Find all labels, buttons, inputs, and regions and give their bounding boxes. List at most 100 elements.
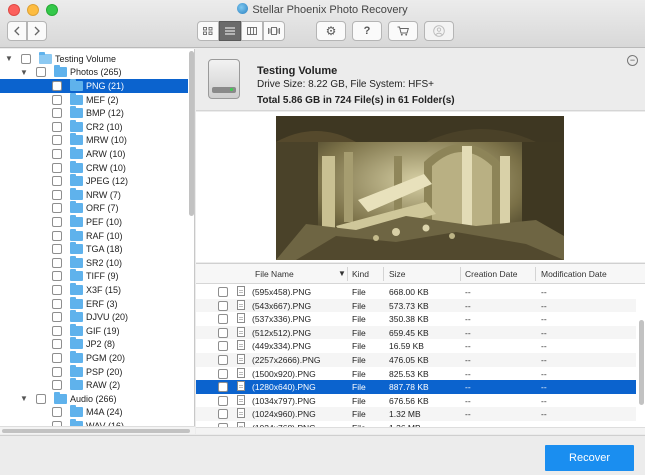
tree-item-checkbox[interactable] xyxy=(52,148,62,159)
tree-item-checkbox[interactable] xyxy=(52,380,62,391)
tree-item-checkbox[interactable] xyxy=(36,393,46,404)
disclosure-triangle-icon[interactable]: ▼ xyxy=(5,54,13,63)
column-header-size[interactable]: Size xyxy=(389,269,406,279)
tree-item[interactable]: MEF (2) xyxy=(0,92,188,107)
tree-item[interactable]: RAW (2) xyxy=(0,378,188,392)
row-checkbox[interactable] xyxy=(218,314,228,325)
back-button[interactable] xyxy=(7,21,27,41)
tree-item[interactable]: DJVU (20) xyxy=(0,310,188,324)
tree-item[interactable]: GIF (19) xyxy=(0,323,188,338)
tree-item[interactable]: JP2 (8) xyxy=(0,337,188,352)
view-columns-button[interactable] xyxy=(241,21,263,41)
tree-item-checkbox[interactable] xyxy=(52,407,62,418)
tree-item[interactable]: ARW (10) xyxy=(0,146,188,161)
tree-item-checkbox[interactable] xyxy=(52,135,62,146)
row-checkbox[interactable] xyxy=(218,355,228,365)
help-button[interactable]: ? xyxy=(352,21,382,41)
tree-item-checkbox[interactable] xyxy=(52,352,62,363)
table-horizontal-scrollbar[interactable] xyxy=(196,427,645,434)
tree-item[interactable]: PSP (20) xyxy=(0,364,188,379)
tree-item[interactable]: ERF (3) xyxy=(0,296,188,311)
tree-item[interactable]: PGM (20) xyxy=(0,350,188,365)
column-header-creation-date[interactable]: Creation Date xyxy=(465,269,517,279)
forward-button[interactable] xyxy=(27,21,47,41)
tree-item[interactable]: MRW (10) xyxy=(0,133,188,148)
tree-horizontal-scrollbar[interactable] xyxy=(0,426,195,434)
table-row[interactable]: (537x336).PNG File 350.38 KB -- -- xyxy=(196,312,636,326)
buy-button[interactable] xyxy=(388,21,418,41)
tree-item-checkbox[interactable] xyxy=(52,312,62,323)
disclosure-triangle-icon[interactable]: ▼ xyxy=(20,68,28,77)
table-row[interactable]: (512x512).PNG File 659.45 KB -- -- xyxy=(196,325,636,340)
tree-item-checkbox[interactable] xyxy=(52,284,62,295)
tree-scrollbar[interactable] xyxy=(189,51,194,216)
tree-item-checkbox[interactable] xyxy=(52,257,62,268)
tree-item[interactable]: CR2 (10) xyxy=(0,119,188,134)
table-row[interactable]: (449x334).PNG File 16.59 KB -- -- xyxy=(196,339,636,353)
view-icons-button[interactable] xyxy=(197,21,219,41)
settings-button[interactable]: ⚙ xyxy=(316,21,346,41)
row-checkbox[interactable] xyxy=(218,341,228,352)
tree-item[interactable]: TIFF (9) xyxy=(0,269,188,284)
tree-item-checkbox[interactable] xyxy=(52,230,62,241)
tree-item-checkbox[interactable] xyxy=(52,176,62,187)
collapse-info-button[interactable]: − xyxy=(627,55,638,66)
tree-item-checkbox[interactable] xyxy=(52,244,62,255)
column-header-modification-date[interactable]: Modification Date xyxy=(541,269,607,279)
tree-item[interactable]: SR2 (10) xyxy=(0,255,188,270)
tree-item[interactable]: ▼ Testing Volume xyxy=(0,51,188,66)
row-checkbox[interactable] xyxy=(218,382,228,393)
tree-item-checkbox[interactable] xyxy=(52,94,62,105)
row-checkbox[interactable] xyxy=(218,300,228,311)
tree-item-checkbox[interactable] xyxy=(52,216,62,227)
tree-item[interactable]: ▼ Audio (266) xyxy=(0,391,188,406)
tree-horizontal-scroll-thumb[interactable] xyxy=(2,429,190,433)
tree-item[interactable]: X3F (15) xyxy=(0,282,188,297)
tree-item[interactable]: NRW (7) xyxy=(0,187,188,202)
tree-item[interactable]: PEF (10) xyxy=(0,214,188,229)
account-button[interactable] xyxy=(424,21,454,41)
tree-item-checkbox[interactable] xyxy=(52,271,62,282)
column-header-kind[interactable]: Kind xyxy=(352,269,369,279)
table-row[interactable]: (595x458).PNG File 668.00 KB -- -- xyxy=(196,285,636,299)
view-list-button[interactable] xyxy=(219,21,241,41)
tree-item-checkbox[interactable] xyxy=(52,325,62,336)
tree-item-checkbox[interactable] xyxy=(52,366,62,377)
tree-item-checkbox[interactable] xyxy=(36,67,46,78)
row-checkbox[interactable] xyxy=(218,287,228,297)
table-row[interactable]: (543x667).PNG File 573.73 KB -- -- xyxy=(196,298,636,313)
row-checkbox[interactable] xyxy=(218,368,228,379)
tree-item[interactable]: ▼ Photos (265) xyxy=(0,65,188,80)
table-row[interactable]: (2257x2666).PNG File 476.05 KB -- -- xyxy=(196,353,636,367)
tree-item[interactable]: M4A (24) xyxy=(0,405,188,420)
tree-item-checkbox[interactable] xyxy=(52,189,62,200)
table-row[interactable]: (1034x797).PNG File 676.56 KB -- -- xyxy=(196,394,636,408)
table-row[interactable]: (1280x640).PNG File 887.78 KB -- -- xyxy=(196,380,636,394)
column-header-name[interactable]: File Name xyxy=(255,269,294,279)
tree-item-checkbox[interactable] xyxy=(52,203,62,214)
tree-item[interactable]: BMP (12) xyxy=(0,106,188,120)
tree-item-checkbox[interactable] xyxy=(52,298,62,309)
tree-item-checkbox[interactable] xyxy=(52,108,62,119)
sort-descending-icon[interactable]: ▼ xyxy=(338,269,346,278)
table-row[interactable]: (1024x960).PNG File 1.32 MB -- -- xyxy=(196,407,636,421)
disclosure-triangle-icon[interactable]: ▼ xyxy=(20,394,28,403)
row-checkbox[interactable] xyxy=(218,395,228,406)
tree-item-checkbox[interactable] xyxy=(21,53,31,64)
tree-item[interactable]: JPEG (12) xyxy=(0,174,188,188)
tree-item-checkbox[interactable] xyxy=(52,162,62,173)
tree-item[interactable]: ORF (7) xyxy=(0,201,188,216)
tree-item-checkbox[interactable] xyxy=(52,80,62,91)
tree-item[interactable]: PNG (21) xyxy=(0,78,188,93)
row-checkbox[interactable] xyxy=(218,409,228,420)
tree-item[interactable]: TGA (18) xyxy=(0,242,188,256)
tree-item-checkbox[interactable] xyxy=(52,339,62,350)
recover-button[interactable]: Recover xyxy=(545,445,634,471)
tree-item[interactable]: CRW (10) xyxy=(0,160,188,175)
tree-item[interactable]: RAF (10) xyxy=(0,228,188,243)
row-checkbox[interactable] xyxy=(218,327,228,338)
tree-item-checkbox[interactable] xyxy=(52,121,62,132)
view-coverflow-button[interactable] xyxy=(263,21,285,41)
table-row[interactable]: (1500x920).PNG File 825.53 KB -- -- xyxy=(196,367,636,381)
table-scrollbar[interactable] xyxy=(639,320,644,405)
